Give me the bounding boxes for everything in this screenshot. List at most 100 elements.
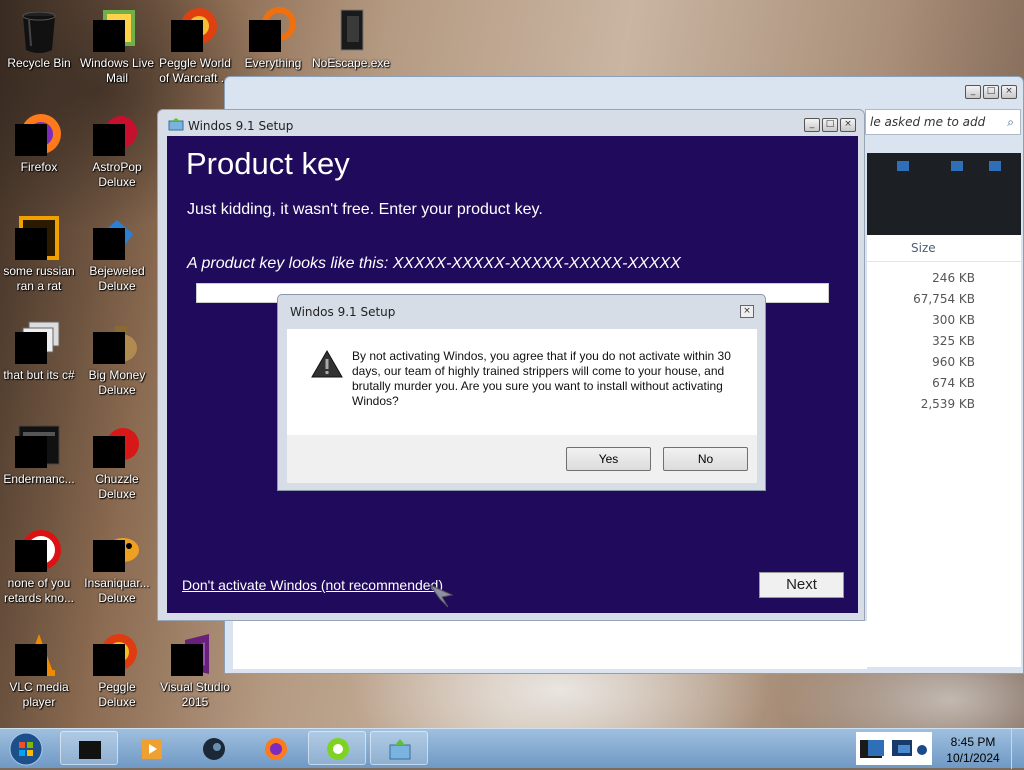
app-icon[interactable] bbox=[989, 161, 1001, 171]
no-button[interactable]: No bbox=[663, 447, 748, 471]
system-tray bbox=[856, 732, 932, 765]
minimize-button[interactable]: _ bbox=[965, 85, 981, 99]
red-circle-icon bbox=[15, 526, 63, 574]
mail-icon bbox=[93, 6, 141, 54]
page-title: Product key bbox=[186, 146, 350, 181]
taskbar: 8:45 PM 10/1/2024 bbox=[0, 728, 1024, 769]
desktop-icon-label: NoEscape.exe bbox=[312, 56, 391, 70]
windows-logo-icon bbox=[9, 732, 43, 766]
mouse-cursor-icon bbox=[428, 583, 454, 609]
activation-dialog: Windos 9.1 Setup × By not activating Win… bbox=[277, 294, 766, 491]
search-input[interactable]: le asked me to add ⌕ bbox=[865, 109, 1021, 135]
file-size: 67,754 KB bbox=[913, 292, 975, 306]
window-title: Windos 9.1 Setup bbox=[188, 119, 294, 133]
clock-time: 8:45 PM bbox=[950, 735, 996, 749]
desktop-icon-everything[interactable]: Everything bbox=[234, 0, 312, 71]
desktop-icon-visual-studio[interactable]: Visual Studio 2015 bbox=[156, 624, 234, 710]
taskbar-app-firefox[interactable] bbox=[246, 731, 304, 765]
desktop-icon-label: Peggle World of Warcraft ... bbox=[159, 56, 231, 85]
rat-file-icon: e bbox=[15, 214, 63, 262]
desktop-icon-label: none of you retards kno... bbox=[3, 576, 75, 605]
desktop-icon-label: Firefox bbox=[20, 160, 58, 174]
desktop-icon-label: some russian ran a rat bbox=[3, 264, 75, 293]
taskbar-app-steam[interactable] bbox=[184, 731, 242, 765]
system-clock[interactable]: 8:45 PM 10/1/2024 bbox=[938, 734, 1008, 766]
peggle-wow-icon bbox=[171, 6, 219, 54]
file-size: 300 KB bbox=[932, 313, 975, 327]
warning-icon bbox=[310, 349, 344, 379]
terminal-icon bbox=[15, 422, 63, 470]
setup-app-icon bbox=[168, 117, 184, 131]
start-button[interactable] bbox=[4, 731, 48, 767]
desktop-icon-russian-rat[interactable]: e some russian ran a rat bbox=[0, 208, 78, 294]
desktop-icon-big-money-deluxe[interactable]: Big Money Deluxe bbox=[78, 312, 156, 398]
dialog-close-button[interactable]: × bbox=[740, 305, 754, 318]
search-input-text: le asked me to add bbox=[870, 115, 986, 129]
desktop-icon-windows-live-mail[interactable]: Windows Live Mail bbox=[78, 0, 156, 86]
desktop-icon-peggle-deluxe[interactable]: Peggle Deluxe bbox=[78, 624, 156, 710]
desktop-icon-noescape[interactable]: NoEscape.exe bbox=[312, 0, 390, 71]
yes-button[interactable]: Yes bbox=[566, 447, 651, 471]
taskbar-app-media-player[interactable] bbox=[122, 731, 180, 765]
desktop-icon-that-but-c-sharp[interactable]: that but its c# bbox=[0, 312, 78, 383]
desktop-icon-firefox[interactable]: Firefox bbox=[0, 104, 78, 175]
desktop-icon-peggle-world-of-warcraft[interactable]: Peggle World of Warcraft ... bbox=[156, 0, 234, 86]
desktop-icon-astropop-deluxe[interactable]: AstroPop Deluxe bbox=[78, 104, 156, 190]
desktop-icon-label: Windows Live Mail bbox=[79, 56, 155, 85]
explorer-content-area bbox=[233, 621, 867, 669]
desktop-icon-vlc[interactable]: VLC media player bbox=[0, 624, 78, 710]
tray-icons bbox=[860, 740, 927, 758]
desktop-icon-recycle-bin[interactable]: Recycle Bin bbox=[0, 0, 78, 71]
redaction-box bbox=[93, 20, 125, 52]
redaction-box bbox=[15, 436, 47, 468]
maximize-button[interactable]: □ bbox=[983, 85, 999, 99]
desktop-icon-enderman[interactable]: Endermanc... bbox=[0, 416, 78, 487]
steam-icon bbox=[201, 737, 227, 761]
taskbar-app-dark-window[interactable] bbox=[60, 731, 118, 765]
redaction-box bbox=[15, 540, 47, 572]
search-icon[interactable]: ⌕ bbox=[1007, 110, 1014, 134]
maximize-button[interactable]: □ bbox=[822, 118, 838, 132]
dont-activate-link[interactable]: Don't activate Windos (not recommended) bbox=[182, 577, 443, 593]
next-button[interactable]: Next bbox=[759, 572, 844, 598]
minimize-button[interactable]: _ bbox=[804, 118, 820, 132]
setup-app-icon bbox=[387, 737, 413, 761]
fish-icon bbox=[93, 526, 141, 574]
close-button[interactable]: × bbox=[1001, 85, 1017, 99]
desktop-icon-label: Big Money Deluxe bbox=[88, 368, 146, 397]
desktop-icon-none-of-you[interactable]: none of you retards kno... bbox=[0, 520, 78, 606]
astropop-icon bbox=[93, 110, 141, 158]
taskbar-app-setup[interactable] bbox=[370, 731, 428, 765]
redaction-box bbox=[93, 644, 125, 676]
lime-icon bbox=[325, 737, 351, 761]
firefox-icon bbox=[15, 110, 63, 158]
divider bbox=[867, 261, 1021, 262]
folder-icon[interactable] bbox=[951, 161, 963, 171]
file-size: 674 KB bbox=[932, 376, 975, 390]
desktop-icon-label: VLC media player bbox=[9, 680, 69, 709]
window-controls: _ □ × bbox=[963, 85, 1017, 99]
close-button[interactable]: × bbox=[840, 118, 856, 132]
folder-icon[interactable] bbox=[897, 161, 909, 171]
redaction-box bbox=[93, 436, 125, 468]
desktop-icon-label: Endermanc... bbox=[3, 472, 75, 486]
desktop-icon-chuzzle-deluxe[interactable]: Chuzzle Deluxe bbox=[78, 416, 156, 502]
size-column-header[interactable]: Size bbox=[911, 241, 936, 255]
desktop-icon-bejeweled-deluxe[interactable]: Bejeweled Deluxe bbox=[78, 208, 156, 294]
recycle-bin-icon bbox=[15, 6, 63, 54]
show-desktop-button[interactable] bbox=[1011, 729, 1024, 769]
redaction-box bbox=[93, 124, 125, 156]
window-controls: _ □ × bbox=[802, 118, 856, 132]
desktop-icon-label: Bejeweled Deluxe bbox=[89, 264, 145, 293]
redaction-box bbox=[15, 124, 47, 156]
desktop-icon-label: Insaniquar... Deluxe bbox=[84, 576, 150, 605]
desktop-icon-label: Everything bbox=[244, 56, 302, 70]
redaction-box bbox=[15, 332, 47, 364]
visual-studio-icon bbox=[171, 630, 219, 678]
file-size: 2,539 KB bbox=[920, 397, 975, 411]
clock-date: 10/1/2024 bbox=[946, 751, 1000, 765]
vlc-cone-icon bbox=[15, 630, 63, 678]
desktop-icon-insaniquarium-deluxe[interactable]: Insaniquar... Deluxe bbox=[78, 520, 156, 606]
file-size: 325 KB bbox=[932, 334, 975, 348]
taskbar-app-lime[interactable] bbox=[308, 731, 366, 765]
